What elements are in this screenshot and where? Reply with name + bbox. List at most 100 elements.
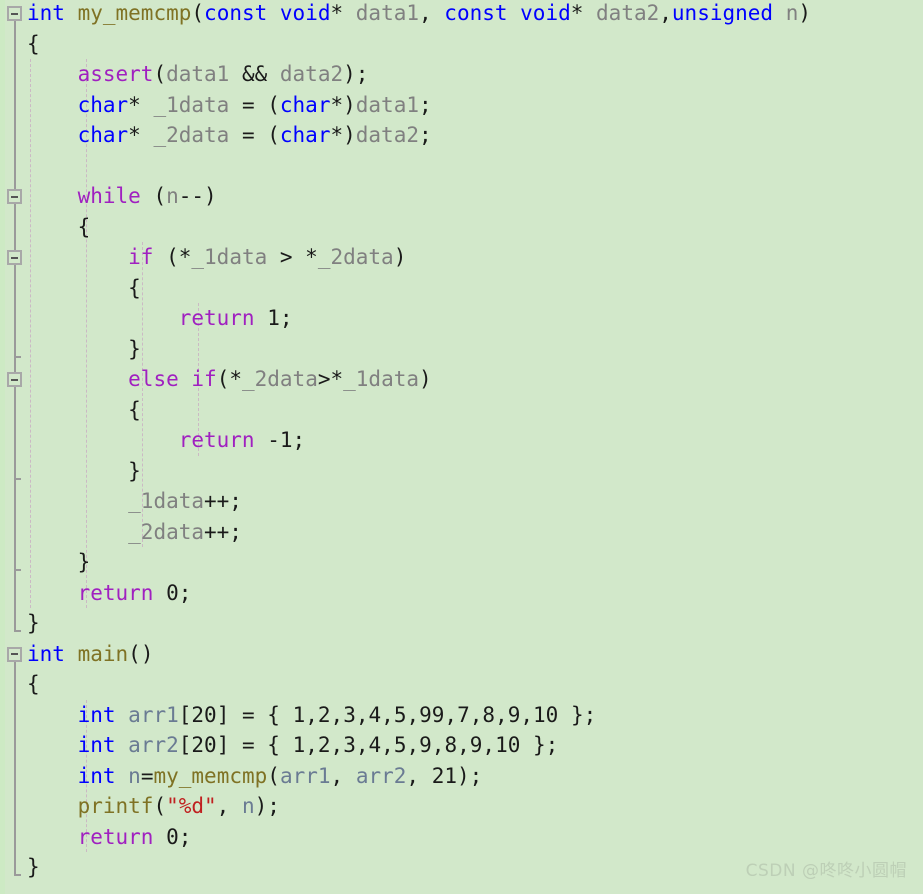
code-line[interactable]: return 1;	[27, 303, 923, 334]
code-line[interactable]: if (*_1data > *_2data)	[27, 242, 923, 273]
token-punc	[116, 733, 129, 757]
code-line[interactable]: int n=my_memcmp(arr1, arr2, 21);	[27, 761, 923, 792]
token-punc: ,	[520, 702, 534, 727]
code-line[interactable]: int main()	[27, 639, 923, 670]
token-punc: [	[178, 733, 192, 757]
token-punc: = (	[229, 123, 280, 147]
code-line[interactable]: int arr2[20] = { 1,2,3,4,5,9,8,9,10 };	[27, 730, 923, 761]
token-ident: _1data	[128, 489, 205, 513]
code-line[interactable]: {	[27, 273, 923, 304]
token-num: 8	[482, 702, 496, 727]
token-punc: ,	[406, 763, 432, 788]
code-line[interactable]: assert(data1 && data2);	[27, 59, 923, 90]
token-punc: ;	[418, 92, 432, 117]
token-punc: ,	[495, 702, 508, 727]
token-punc: >*	[317, 367, 344, 391]
token-num: 9	[469, 733, 483, 757]
token-kw: int	[77, 763, 116, 788]
code-line[interactable]: printf("%d", n);	[27, 791, 923, 822]
token-num: 5	[393, 733, 407, 757]
code-editor[interactable]: int my_memcmp(const void* data1, const v…	[0, 0, 923, 894]
token-punc	[255, 428, 268, 452]
token-ident: _2data	[153, 123, 230, 147]
code-line[interactable]: {	[27, 212, 923, 243]
token-num: 10	[533, 702, 559, 727]
token-punc	[65, 642, 78, 666]
token-punc: }	[27, 855, 40, 879]
token-punc: ,	[659, 1, 672, 25]
token-num: 9	[419, 733, 432, 757]
code-line[interactable]: _2data++;	[27, 517, 923, 548]
code-line[interactable]	[27, 151, 923, 182]
code-line[interactable]: _1data++;	[27, 486, 923, 517]
code-line[interactable]: return -1;	[27, 425, 923, 456]
token-var: n	[128, 763, 141, 788]
code-line[interactable]: return 0;	[27, 822, 923, 853]
token-punc: ,	[330, 763, 356, 788]
token-num: 4	[368, 702, 382, 727]
token-punc: *	[570, 1, 597, 25]
code-line[interactable]: int arr1[20] = { 1,2,3,4,5,99,7,8,9,10 }…	[27, 700, 923, 731]
token-kw: int	[27, 1, 65, 25]
token-punc	[116, 764, 129, 788]
code-line[interactable]: return 0;	[27, 578, 923, 609]
code-line[interactable]: }	[27, 547, 923, 578]
token-punc: );	[254, 794, 280, 818]
code-line[interactable]: {	[27, 29, 923, 60]
token-ident: data1	[355, 1, 419, 25]
code-line[interactable]: }	[27, 334, 923, 365]
token-punc: ;	[418, 123, 432, 147]
code-line[interactable]: }	[27, 608, 923, 639]
token-ctl: return	[178, 428, 255, 452]
token-punc	[773, 1, 786, 25]
token-punc: ,	[406, 733, 420, 757]
token-punc: *)	[330, 123, 356, 147]
token-ident: _2data	[317, 245, 394, 269]
code-line[interactable]: while (n--)	[27, 181, 923, 212]
token-punc	[27, 184, 78, 208]
token-punc: =	[140, 763, 154, 788]
code-text-area[interactable]: int my_memcmp(const void* data1, const v…	[0, 0, 923, 883]
token-ident: _1data	[153, 92, 230, 117]
token-num: 4	[368, 733, 382, 757]
token-num: 8	[444, 733, 458, 757]
token-punc: }	[27, 550, 91, 574]
token-punc: )	[798, 1, 812, 25]
code-line[interactable]: {	[27, 669, 923, 700]
code-line[interactable]: char* _2data = (char*)data2;	[27, 120, 923, 151]
token-var: arr2	[355, 763, 407, 788]
token-punc	[153, 581, 166, 605]
token-punc: ;	[178, 824, 192, 849]
token-fn: my_memcmp	[77, 1, 192, 25]
token-punc	[255, 306, 268, 330]
token-kw: const void	[444, 1, 571, 25]
token-punc	[27, 367, 128, 391]
code-line[interactable]: int my_memcmp(const void* data1, const v…	[27, 0, 923, 29]
token-num: 1	[292, 702, 306, 727]
token-punc: ,	[482, 733, 496, 757]
token-punc: ,	[381, 733, 394, 757]
token-punc: ;	[279, 306, 293, 330]
token-num: 5	[393, 702, 407, 727]
token-punc: };	[558, 702, 597, 727]
token-punc: ,	[419, 1, 445, 25]
code-line[interactable]: }	[27, 456, 923, 487]
code-line[interactable]: else if(*_2data>*_1data)	[27, 364, 923, 395]
token-num: 0	[166, 824, 179, 849]
token-fn: my_memcmp	[153, 763, 268, 788]
token-ident: data2	[279, 62, 344, 86]
token-punc: ++;	[204, 519, 242, 544]
token-ident: data2	[596, 1, 660, 25]
token-punc: }	[27, 611, 40, 635]
token-punc: *)	[330, 92, 356, 117]
token-num: 3	[343, 733, 356, 757]
code-line[interactable]: char* _1data = (char*)data1;	[27, 90, 923, 121]
token-ident: _1data	[191, 245, 268, 269]
token-punc	[27, 123, 78, 147]
token-kw: int	[77, 733, 116, 757]
token-kw: int	[77, 702, 116, 727]
token-num: 0	[166, 580, 179, 605]
token-punc: --)	[178, 184, 217, 208]
token-ctl: else	[128, 367, 179, 391]
code-line[interactable]: {	[27, 395, 923, 426]
